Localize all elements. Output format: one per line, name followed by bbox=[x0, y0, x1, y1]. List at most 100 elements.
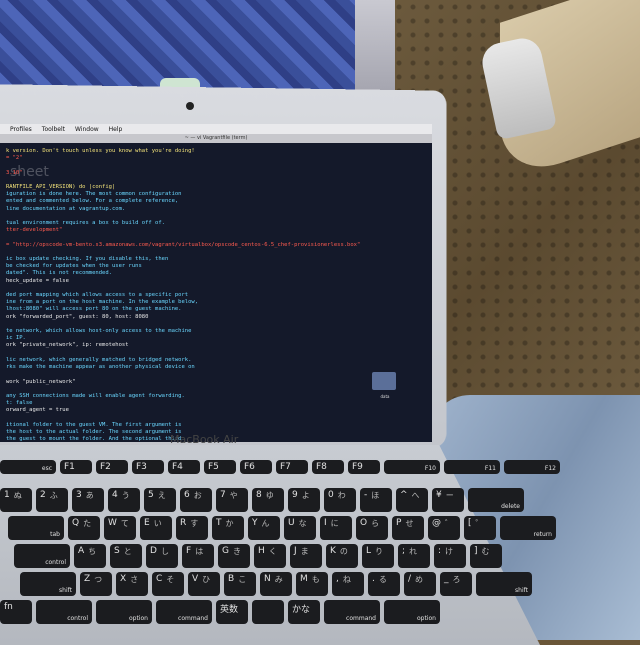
key[interactable]: control bbox=[14, 544, 70, 568]
key[interactable]: 3あ bbox=[72, 488, 104, 512]
key[interactable]: Wて bbox=[104, 516, 136, 540]
key-kana: み bbox=[274, 575, 283, 584]
key[interactable]: F6 bbox=[240, 460, 272, 474]
key[interactable]: Fは bbox=[182, 544, 214, 568]
key[interactable]: ,ね bbox=[332, 572, 364, 596]
key[interactable]: shift bbox=[20, 572, 76, 596]
key[interactable]: Pせ bbox=[392, 516, 424, 540]
key[interactable]: Mも bbox=[296, 572, 328, 596]
key[interactable]: 8ゆ bbox=[252, 488, 284, 512]
key[interactable]: delete bbox=[468, 488, 524, 512]
key[interactable]: F4 bbox=[168, 460, 200, 474]
key[interactable]: 英数 bbox=[216, 600, 248, 624]
key-kana: ひ bbox=[202, 575, 211, 584]
key-kana: ゆ bbox=[265, 491, 274, 500]
menu-item[interactable]: Window bbox=[75, 126, 99, 133]
key[interactable]: Hく bbox=[254, 544, 286, 568]
key[interactable]: F7 bbox=[276, 460, 308, 474]
key[interactable]: Rす bbox=[176, 516, 208, 540]
key-kana: く bbox=[268, 547, 277, 556]
key[interactable]: _ ろ bbox=[440, 572, 472, 596]
key[interactable]: 2ふ bbox=[36, 488, 68, 512]
key[interactable]: かな bbox=[288, 600, 320, 624]
key[interactable]: [゜ bbox=[464, 516, 496, 540]
key[interactable]: F9 bbox=[348, 460, 380, 474]
key[interactable]: F2 bbox=[96, 460, 128, 474]
key[interactable]: Aち bbox=[74, 544, 106, 568]
key[interactable] bbox=[252, 600, 284, 624]
key[interactable]: / め bbox=[404, 572, 436, 596]
key-label: control bbox=[67, 615, 88, 622]
key[interactable]: Sと bbox=[110, 544, 142, 568]
key[interactable]: Eい bbox=[140, 516, 172, 540]
key-label: , bbox=[336, 574, 339, 584]
key[interactable]: 7や bbox=[216, 488, 248, 512]
key-label: F4 bbox=[172, 462, 183, 472]
key[interactable]: Oら bbox=[356, 516, 388, 540]
key[interactable]: ^ へ bbox=[396, 488, 428, 512]
key[interactable]: F8 bbox=[312, 460, 344, 474]
key[interactable]: option bbox=[384, 600, 440, 624]
key[interactable]: Qた bbox=[68, 516, 100, 540]
key[interactable]: 4う bbox=[108, 488, 140, 512]
key[interactable]: ¥ ー bbox=[432, 488, 464, 512]
key[interactable]: F10 bbox=[384, 460, 440, 474]
key[interactable]: control bbox=[36, 600, 92, 624]
key[interactable]: Uな bbox=[284, 516, 316, 540]
key[interactable]: option bbox=[96, 600, 152, 624]
key[interactable]: 5え bbox=[144, 488, 176, 512]
key[interactable]: F1 bbox=[60, 460, 92, 474]
key[interactable]: shift bbox=[476, 572, 532, 596]
terminal[interactable]: k version. Don't touch unless you know w… bbox=[0, 144, 430, 442]
menu-item[interactable]: Profiles bbox=[10, 126, 32, 133]
key[interactable]: command bbox=[156, 600, 212, 624]
key[interactable]: 1ぬ bbox=[0, 488, 32, 512]
key[interactable]: F11 bbox=[444, 460, 500, 474]
key[interactable]: Gき bbox=[218, 544, 250, 568]
key[interactable]: Tか bbox=[212, 516, 244, 540]
key[interactable]: Jま bbox=[290, 544, 322, 568]
key-kana: は bbox=[195, 547, 204, 556]
key[interactable]: Cそ bbox=[152, 572, 184, 596]
terminal-line: be checked for updates when the user run… bbox=[6, 263, 142, 270]
key[interactable]: :け bbox=[434, 544, 466, 568]
key[interactable]: ; れ bbox=[398, 544, 430, 568]
key[interactable]: esc bbox=[0, 460, 56, 474]
key[interactable]: tab bbox=[8, 516, 64, 540]
key[interactable]: fn bbox=[0, 600, 32, 624]
key[interactable]: 9よ bbox=[288, 488, 320, 512]
key[interactable]: Bこ bbox=[224, 572, 256, 596]
key[interactable]: Nみ bbox=[260, 572, 292, 596]
terminal-line: ork "private_network", ip: remotehost bbox=[6, 342, 129, 349]
terminal-line: t: false bbox=[6, 400, 33, 407]
key-kana: ち bbox=[88, 547, 97, 556]
key[interactable]: Kの bbox=[326, 544, 358, 568]
key-kana: え bbox=[157, 491, 166, 500]
key[interactable]: return bbox=[500, 516, 556, 540]
folder-icon[interactable] bbox=[372, 372, 396, 390]
key[interactable]: Zつ bbox=[80, 572, 112, 596]
key[interactable]: Vひ bbox=[188, 572, 220, 596]
key[interactable]: -ほ bbox=[360, 488, 392, 512]
menu-item[interactable]: Help bbox=[109, 126, 123, 133]
key-label: Y bbox=[252, 518, 258, 528]
key[interactable]: Yん bbox=[248, 516, 280, 540]
key[interactable]: 6お bbox=[180, 488, 212, 512]
key[interactable]: F12 bbox=[504, 460, 560, 474]
key[interactable]: Lり bbox=[362, 544, 394, 568]
key[interactable]: ] む bbox=[470, 544, 502, 568]
key[interactable]: Iに bbox=[320, 516, 352, 540]
terminal-line: = "http://opscode-vm-bento.s3.amazonaws.… bbox=[6, 241, 361, 248]
key[interactable]: F3 bbox=[132, 460, 164, 474]
key[interactable]: Xさ bbox=[116, 572, 148, 596]
key[interactable]: .る bbox=[368, 572, 400, 596]
key[interactable]: Dし bbox=[146, 544, 178, 568]
key-label: D bbox=[150, 546, 157, 556]
key[interactable]: command bbox=[324, 600, 380, 624]
menu-item[interactable]: Toolbelt bbox=[42, 126, 65, 133]
terminal-line: RANTFILE_API_VERSION) do |config| bbox=[6, 184, 116, 191]
key[interactable]: @ ゛ bbox=[428, 516, 460, 540]
key[interactable]: F5 bbox=[204, 460, 236, 474]
key[interactable]: 0わ bbox=[324, 488, 356, 512]
key-label: command bbox=[178, 615, 208, 622]
